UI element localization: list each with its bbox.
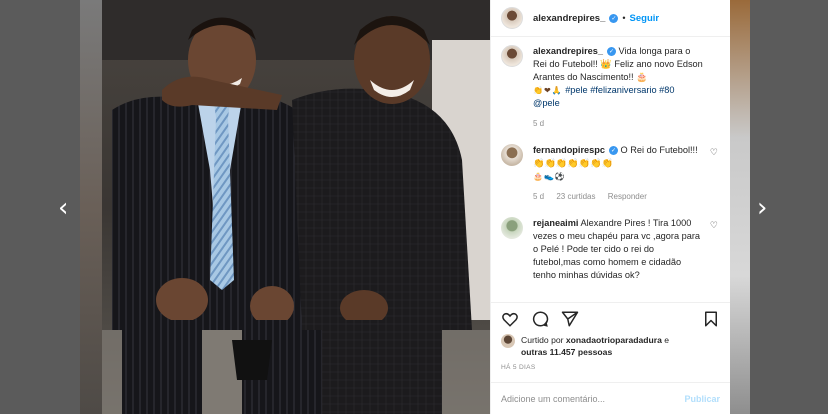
header-username[interactable]: alexandrepires_	[533, 13, 605, 24]
share-icon[interactable]	[561, 310, 579, 328]
avatar[interactable]	[501, 334, 515, 348]
likes-user[interactable]: xonadaotrioparadadura	[566, 335, 662, 345]
heart-icon[interactable]	[501, 310, 519, 328]
verified-badge-icon: ✓	[606, 47, 616, 57]
comment-item: rejaneaimi Alexandre Pires ! Tira 1000 v…	[501, 217, 720, 282]
caption-age[interactable]: 5 d	[533, 119, 544, 128]
comment-emojis: 🎂👟⚽	[533, 172, 566, 181]
avatar[interactable]	[501, 45, 523, 67]
caption-emojis: 👏❤🙏	[533, 86, 563, 95]
caption-mention[interactable]: @pele	[533, 98, 560, 108]
caption-hashtags[interactable]: #pele #felizaniversario #80	[565, 85, 674, 95]
comment-age[interactable]: 5 d	[533, 192, 544, 201]
post-modal: alexandrepires_ ✓ • Seguir alexandrepire…	[102, 0, 730, 414]
verified-badge-icon: ✓	[609, 13, 619, 23]
comment-username[interactable]: rejaneaimi	[533, 218, 578, 228]
backdrop-left	[80, 0, 102, 414]
post-header: alexandrepires_ ✓ • Seguir	[491, 0, 730, 37]
follow-button[interactable]: Seguir	[630, 13, 660, 24]
comment-username[interactable]: fernandopirespc	[533, 145, 605, 155]
avatar[interactable]	[501, 7, 523, 29]
chevron-left-icon[interactable]: ‹	[58, 195, 74, 222]
publish-button[interactable]: Publicar	[684, 394, 720, 404]
verified-badge-icon: ✓	[608, 146, 618, 156]
likes-prefix: Curtido por	[521, 335, 564, 345]
likes-middle: e	[664, 335, 670, 345]
caption: alexandrepires_ ✓ Vida longa para o Rei d…	[501, 45, 720, 130]
caption-username[interactable]: alexandrepires_	[533, 46, 603, 56]
avatar[interactable]	[501, 217, 523, 239]
comment-item: fernandopirespc ✓ O Rei do Futebol!!! 👏👏👏…	[501, 144, 720, 203]
likes-others[interactable]: outras 11.457 pessoas	[521, 347, 612, 357]
bookmark-icon[interactable]	[702, 310, 720, 328]
post-photo[interactable]	[102, 0, 490, 414]
comment-likes[interactable]: 23 curtidas	[556, 192, 595, 201]
add-comment-bar: Publicar	[491, 382, 730, 414]
post-sidebar: alexandrepires_ ✓ • Seguir alexandrepire…	[490, 0, 730, 414]
comments-list[interactable]: alexandrepires_ ✓ Vida longa para o Rei d…	[491, 37, 730, 302]
likes-summary: Curtido por xonadaotrioparadadura e outr…	[491, 334, 730, 358]
chevron-right-icon[interactable]: ›	[757, 195, 773, 222]
comment-like-heart-icon[interactable]: ♡	[710, 148, 718, 158]
action-bar	[491, 302, 730, 334]
reply-button[interactable]: Responder	[608, 192, 647, 201]
avatar[interactable]	[501, 144, 523, 166]
post-timestamp[interactable]: HÁ 5 DIAS	[491, 358, 730, 371]
photo-illustration	[102, 0, 490, 414]
separator-dot: •	[622, 13, 626, 23]
comment-like-heart-icon[interactable]: ♡	[710, 221, 718, 231]
comment-icon[interactable]	[531, 310, 549, 328]
backdrop-right	[730, 0, 750, 414]
comment-input[interactable]	[501, 393, 685, 404]
